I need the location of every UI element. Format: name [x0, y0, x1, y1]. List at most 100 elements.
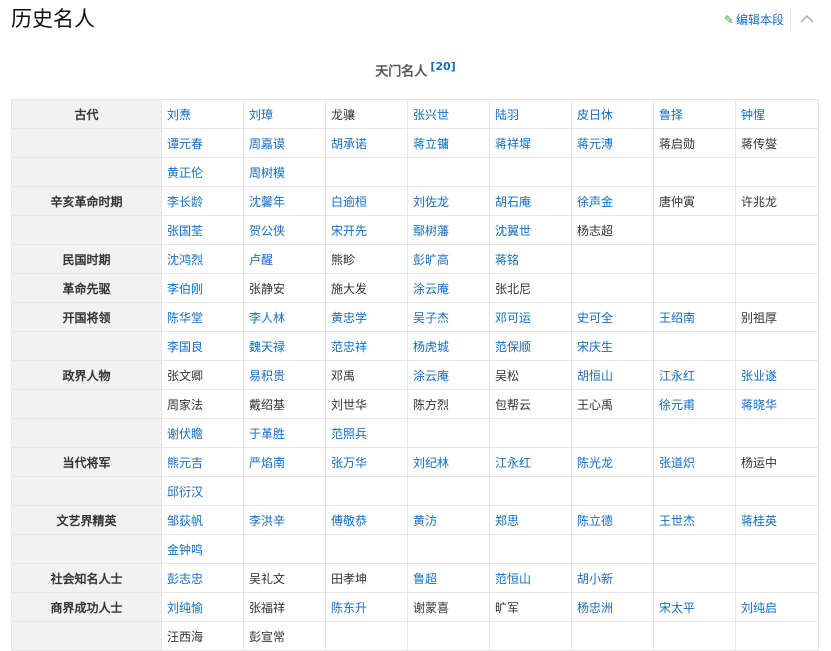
- person-link[interactable]: 鲁择: [659, 108, 683, 122]
- caption-reference[interactable]: [20]: [430, 60, 455, 73]
- person-link[interactable]: 金钟鸣: [167, 543, 203, 557]
- person-link[interactable]: 邹荻帆: [167, 514, 203, 528]
- person-cell: 于革胜: [243, 418, 326, 448]
- edit-section-link[interactable]: ✎ 编辑本段: [724, 10, 784, 30]
- person-link[interactable]: 卢醒: [249, 253, 273, 267]
- person-link[interactable]: 范恒山: [495, 572, 531, 586]
- person-link[interactable]: 陆羽: [495, 108, 519, 122]
- person-link[interactable]: 宋太平: [659, 601, 695, 615]
- person-link[interactable]: 沈鸿烈: [167, 253, 203, 267]
- person-link[interactable]: 刘纯愉: [167, 601, 203, 615]
- person-cell: 白逾桓: [325, 186, 408, 216]
- category-cell: 当代将军: [11, 447, 162, 477]
- collapse-button[interactable]: [798, 10, 816, 28]
- person-link[interactable]: 范忠祥: [331, 340, 367, 354]
- person-link[interactable]: 张业遂: [741, 369, 777, 383]
- person-link[interactable]: 熊元吉: [167, 456, 203, 470]
- person-link[interactable]: 蒋祥墀: [495, 137, 531, 151]
- person-link[interactable]: 史可全: [577, 311, 613, 325]
- person-link[interactable]: 周树模: [249, 166, 285, 180]
- person-link[interactable]: 谭元春: [167, 137, 203, 151]
- person-cell: 张文卿: [161, 360, 244, 390]
- person-link[interactable]: 李国良: [167, 340, 203, 354]
- person-cell: 蒋祥墀: [489, 128, 572, 158]
- person-link[interactable]: 江永红: [659, 369, 695, 383]
- person-link[interactable]: 钟惺: [741, 108, 765, 122]
- person-link[interactable]: 白逾桓: [331, 195, 367, 209]
- person-link[interactable]: 郑思: [495, 514, 519, 528]
- person-link[interactable]: 鲁超: [413, 572, 437, 586]
- person-link[interactable]: 刘佐龙: [413, 195, 449, 209]
- person-link[interactable]: 黄忠学: [331, 311, 367, 325]
- person-link[interactable]: 张兴世: [413, 108, 449, 122]
- person-link[interactable]: 李长龄: [167, 195, 203, 209]
- person-cell: 魏天禄: [243, 331, 326, 361]
- person-link[interactable]: 胡承诺: [331, 137, 367, 151]
- person-link[interactable]: 严焰南: [249, 456, 285, 470]
- person-link[interactable]: 刘纯启: [741, 601, 777, 615]
- person-link[interactable]: 范保顺: [495, 340, 531, 354]
- person-link[interactable]: 贺公侠: [249, 224, 285, 238]
- person-link[interactable]: 刘焘: [167, 108, 191, 122]
- person-link[interactable]: 胡恒山: [577, 369, 613, 383]
- person-cell: 蒋启勋: [653, 128, 736, 158]
- person-cell: 范忠祥: [325, 331, 408, 361]
- person-link[interactable]: 李伯刚: [167, 282, 203, 296]
- person-cell: 沈馨年: [243, 186, 326, 216]
- person-link[interactable]: 张万华: [331, 456, 367, 470]
- person-link[interactable]: 刘纪林: [413, 456, 449, 470]
- person-link[interactable]: 胡小新: [577, 572, 613, 586]
- person-link[interactable]: 陈光龙: [577, 456, 613, 470]
- person-link[interactable]: 陈华堂: [167, 311, 203, 325]
- person-link[interactable]: 吴子杰: [413, 311, 449, 325]
- person-link[interactable]: 鄢树藩: [413, 224, 449, 238]
- person-link[interactable]: 谢伏瞻: [167, 427, 203, 441]
- person-link[interactable]: 陈东升: [331, 601, 367, 615]
- person-link[interactable]: 沈翼世: [495, 224, 531, 238]
- person-link[interactable]: 宋庆生: [577, 340, 613, 354]
- person-link[interactable]: 蒋铭: [495, 253, 519, 267]
- person-cell: [735, 273, 819, 303]
- person-name: 张静安: [249, 281, 286, 296]
- person-cell: [735, 244, 819, 274]
- person-link[interactable]: 刘璋: [249, 108, 273, 122]
- person-link[interactable]: 黄汸: [413, 514, 437, 528]
- person-link[interactable]: 李人林: [249, 311, 285, 325]
- person-link[interactable]: 张国荃: [167, 224, 203, 238]
- person-link[interactable]: 魏天禄: [249, 340, 285, 354]
- person-link[interactable]: 蒋立镛: [413, 137, 449, 151]
- person-link[interactable]: 杨虎城: [413, 340, 449, 354]
- person-cell: 王绍南: [653, 302, 736, 332]
- person-link[interactable]: 黄正伦: [167, 166, 203, 180]
- person-link[interactable]: 周嘉谟: [249, 137, 285, 151]
- person-link[interactable]: 涂云庵: [413, 369, 449, 383]
- person-link[interactable]: 陈立德: [577, 514, 613, 528]
- person-link[interactable]: 张道炽: [659, 456, 695, 470]
- person-link[interactable]: 彭旷高: [413, 253, 449, 267]
- person-link[interactable]: 范照兵: [331, 427, 367, 441]
- person-link[interactable]: 皮日休: [577, 108, 613, 122]
- person-link[interactable]: 蒋晓华: [741, 398, 777, 412]
- person-link[interactable]: 蒋桂英: [741, 514, 777, 528]
- person-link[interactable]: 邓可运: [495, 311, 531, 325]
- person-cell: [325, 476, 408, 506]
- person-link[interactable]: 宋开先: [331, 224, 367, 238]
- person-link[interactable]: 邱衍汉: [167, 485, 203, 499]
- person-link[interactable]: 李洪辛: [249, 514, 285, 528]
- person-link[interactable]: 蒋元溥: [577, 137, 613, 151]
- person-link[interactable]: 胡石庵: [495, 195, 531, 209]
- person-link[interactable]: 徐声金: [577, 195, 613, 209]
- person-link[interactable]: 傅敬恭: [331, 514, 367, 528]
- person-link[interactable]: 沈馨年: [249, 195, 285, 209]
- person-link[interactable]: 于革胜: [249, 427, 285, 441]
- person-link[interactable]: 王绍南: [659, 311, 695, 325]
- person-link[interactable]: 杨忠洲: [577, 601, 613, 615]
- person-link[interactable]: 易积贵: [249, 369, 285, 383]
- table-row: 黄正伦 周树模: [11, 157, 819, 187]
- person-link[interactable]: 彭志忠: [167, 572, 203, 586]
- person-link[interactable]: 徐元甫: [659, 398, 695, 412]
- person-cell: 戴绍基: [243, 389, 326, 419]
- person-link[interactable]: 王世杰: [659, 514, 695, 528]
- person-link[interactable]: 涂云庵: [413, 282, 449, 296]
- person-link[interactable]: 江永红: [495, 456, 531, 470]
